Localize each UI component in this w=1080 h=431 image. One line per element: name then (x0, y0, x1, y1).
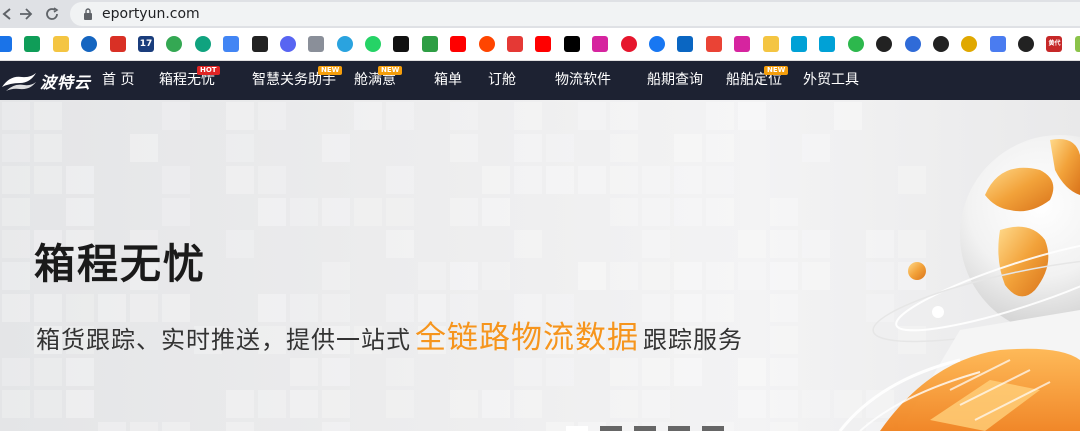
hero-subtitle-post: 跟踪服务 (643, 326, 743, 354)
paw-icon[interactable] (904, 36, 921, 52)
weibo-icon[interactable] (620, 36, 637, 52)
bilibili-icon-2[interactable] (819, 36, 836, 52)
hero-banner: 箱程无忧 箱货跟踪、实时推送，提供一站式 全链路物流数据 跟踪服务 (0, 100, 1080, 431)
globe-icon-3[interactable] (1018, 36, 1035, 52)
url-text: eportyun.com (102, 6, 200, 22)
x-icon[interactable] (563, 36, 580, 52)
new-badge: NEW (378, 66, 403, 75)
carousel-dot[interactable] (668, 426, 690, 431)
nav-item-5[interactable]: 订舱 (488, 61, 516, 100)
whatsapp-icon[interactable] (365, 36, 382, 52)
notes-icon[interactable] (762, 36, 779, 52)
gmail-icon[interactable] (705, 36, 722, 52)
address-bar[interactable]: eportyun.com (70, 2, 1080, 26)
red-square-app-icon[interactable] (109, 36, 126, 52)
bilibili-icon[interactable] (790, 36, 807, 52)
reload-button[interactable] (40, 2, 64, 26)
reload-icon (46, 7, 59, 20)
nav-item-label: 船期查询 (647, 72, 703, 88)
lock-icon (80, 2, 96, 26)
youtube-icon-2[interactable] (535, 36, 552, 52)
nav-item-7[interactable]: 船期查询 (647, 61, 703, 100)
17-app-icon[interactable]: 17 (137, 36, 154, 52)
globe-network-icon[interactable] (81, 36, 98, 52)
discord-icon[interactable] (279, 36, 296, 52)
browser-toolbar: eportyun.com (0, 0, 1080, 28)
instagram-icon[interactable] (592, 36, 609, 52)
globe-icon[interactable] (876, 36, 893, 52)
red-text-app-icon[interactable]: 黄代 (1046, 36, 1063, 52)
reddit-icon[interactable] (478, 36, 495, 52)
carousel-dot[interactable] (600, 426, 622, 431)
nav-item-2[interactable]: 智慧关务助手 NEW (252, 61, 343, 100)
new-badge: NEW (318, 66, 343, 75)
emoji-icon[interactable] (961, 36, 978, 52)
hero-subtitle-pre: 箱货跟踪、实时推送，提供一站式 (36, 326, 411, 354)
maps-pin-icon[interactable] (166, 36, 183, 52)
site-logo[interactable]: 波特云 (0, 61, 91, 100)
forward-button[interactable] (14, 2, 38, 26)
nav-item-6[interactable]: 物流软件 (555, 61, 611, 100)
telegram-icon[interactable] (336, 36, 353, 52)
hero-subtitle-highlight: 全链路物流数据 (415, 320, 639, 356)
green-grid-icon[interactable] (0, 36, 12, 52)
back-button[interactable] (0, 2, 14, 26)
hero-title: 箱程无忧 (34, 240, 206, 288)
youtube-icon[interactable] (450, 36, 467, 52)
carousel-dot[interactable] (634, 426, 656, 431)
black-app-icon[interactable] (251, 36, 268, 52)
nav-item-label: 首 页 (102, 72, 135, 88)
nav-item-0[interactable]: 首 页 (102, 61, 134, 100)
folder-icon[interactable] (52, 36, 69, 52)
globe-icon-2[interactable] (932, 36, 949, 52)
chatgpt-icon[interactable] (194, 36, 211, 52)
nav-item-label: 物流软件 (555, 72, 611, 88)
nav-item-label: 外贸工具 (803, 72, 859, 88)
carousel-dot[interactable] (566, 426, 588, 431)
forward-arrow-icon (20, 8, 33, 20)
carousel-dot[interactable] (702, 426, 724, 431)
logo-wave-icon (0, 67, 38, 95)
nav-item-label: 订舱 (488, 72, 516, 88)
nav-item-label: 箱单 (434, 72, 462, 88)
carousel-indicators (566, 426, 736, 431)
g-app-icon[interactable] (507, 36, 524, 52)
nav-item-1[interactable]: 箱程无忧 HOT (159, 61, 220, 100)
gemini-sparkle-icon[interactable] (223, 36, 240, 52)
logo-text: 波特云 (40, 72, 92, 92)
green-app-icon[interactable] (1074, 36, 1080, 52)
instagram-icon-2[interactable] (734, 36, 751, 52)
facebook-icon[interactable] (648, 36, 665, 52)
hero-subtitle: 箱货跟踪、实时推送，提供一站式 全链路物流数据 跟踪服务 (36, 312, 743, 357)
nav-item-8[interactable]: 船舶定位 NEW (726, 61, 789, 100)
hot-badge: HOT (197, 66, 220, 75)
nav-item-3[interactable]: 舱满意 NEW (354, 61, 403, 100)
new-badge: NEW (764, 66, 789, 75)
zhihu-icon[interactable] (677, 36, 694, 52)
nav-item-4[interactable]: 箱单 (434, 61, 462, 100)
sail-icon[interactable] (308, 36, 325, 52)
green-leaf-icon[interactable] (847, 36, 864, 52)
translate-icon[interactable] (989, 36, 1006, 52)
tiktok-icon[interactable] (393, 36, 410, 52)
sheets-icon[interactable] (24, 36, 41, 52)
phone-app-icon[interactable] (421, 36, 438, 52)
site-header: 波特云 首 页 箱程无忧 HOT 智慧关务助手 NEW 舱满意 NEW 箱单 订舱 物流软件 船期查… (0, 61, 1080, 100)
back-arrow-icon (2, 8, 11, 20)
nav-item-9[interactable]: 外贸工具 (803, 61, 859, 100)
bookmarks-bar: 17 黄代 (0, 28, 1080, 61)
